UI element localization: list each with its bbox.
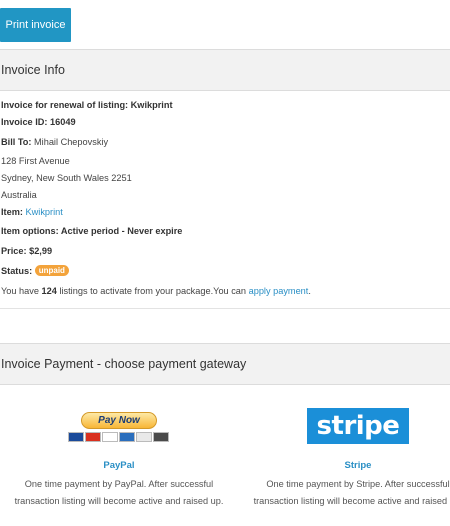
print-invoice-button[interactable]: Print invoice (0, 8, 71, 42)
invoice-info-title: Invoice Info (1, 63, 65, 77)
address-line-2: Sydney, New South Wales 2251 (1, 173, 132, 183)
renewal-line: Invoice for renewal of listing: Kwikprin… (1, 100, 173, 110)
package-text-after: listings to activate from your package.Y… (59, 286, 247, 296)
bill-to-line: Bill To: Mihail Chepovskiy (1, 137, 108, 147)
card-icon (153, 432, 169, 442)
card-icon (102, 432, 118, 442)
payment-title: Invoice Payment - choose payment gateway (1, 357, 247, 371)
status-badge: unpaid (34, 265, 69, 276)
package-end: . (308, 286, 311, 296)
paypal-pay-now-button[interactable]: Pay Now (81, 412, 157, 429)
item-label: Item: (1, 207, 23, 217)
card-icon (85, 432, 101, 442)
address-line-3: Australia (1, 190, 37, 200)
stripe-description: One time payment by Stripe. After succes… (253, 479, 450, 506)
payment-heading: Invoice Payment - choose payment gateway (0, 343, 450, 385)
section-divider (0, 308, 450, 309)
price-line: Price: $2,99 (1, 246, 53, 256)
status-line: Status: unpaid (1, 265, 69, 276)
address-line-1: 128 First Avenue (1, 156, 70, 166)
item-link[interactable]: Kwikprint (26, 207, 63, 217)
invoice-info-heading: Invoice Info (0, 49, 450, 91)
stripe-name[interactable]: Stripe (248, 460, 450, 471)
payment-cards-icon (68, 432, 169, 442)
invoice-id-line: Invoice ID: 16049 (1, 117, 76, 127)
bill-to-name: Mihail Chepovskiy (34, 137, 109, 147)
paypal-description: One time payment by PayPal. After succes… (14, 479, 224, 506)
package-count: 124 (41, 286, 57, 296)
card-icon (136, 432, 152, 442)
paypal-name[interactable]: PayPal (9, 460, 229, 471)
card-icon (68, 432, 84, 442)
apply-payment-link[interactable]: apply payment (249, 286, 309, 296)
status-label: Status: (1, 266, 33, 276)
bill-to-label: Bill To: (1, 137, 32, 147)
item-line: Item: Kwikprint (1, 207, 63, 217)
stripe-logo-button[interactable]: stripe (307, 408, 409, 444)
item-options-line: Item options: Active period - Never expi… (1, 226, 183, 236)
package-line: You have 124 listings to activate from y… (1, 286, 311, 296)
package-text-before: You have (1, 286, 39, 296)
card-icon (119, 432, 135, 442)
